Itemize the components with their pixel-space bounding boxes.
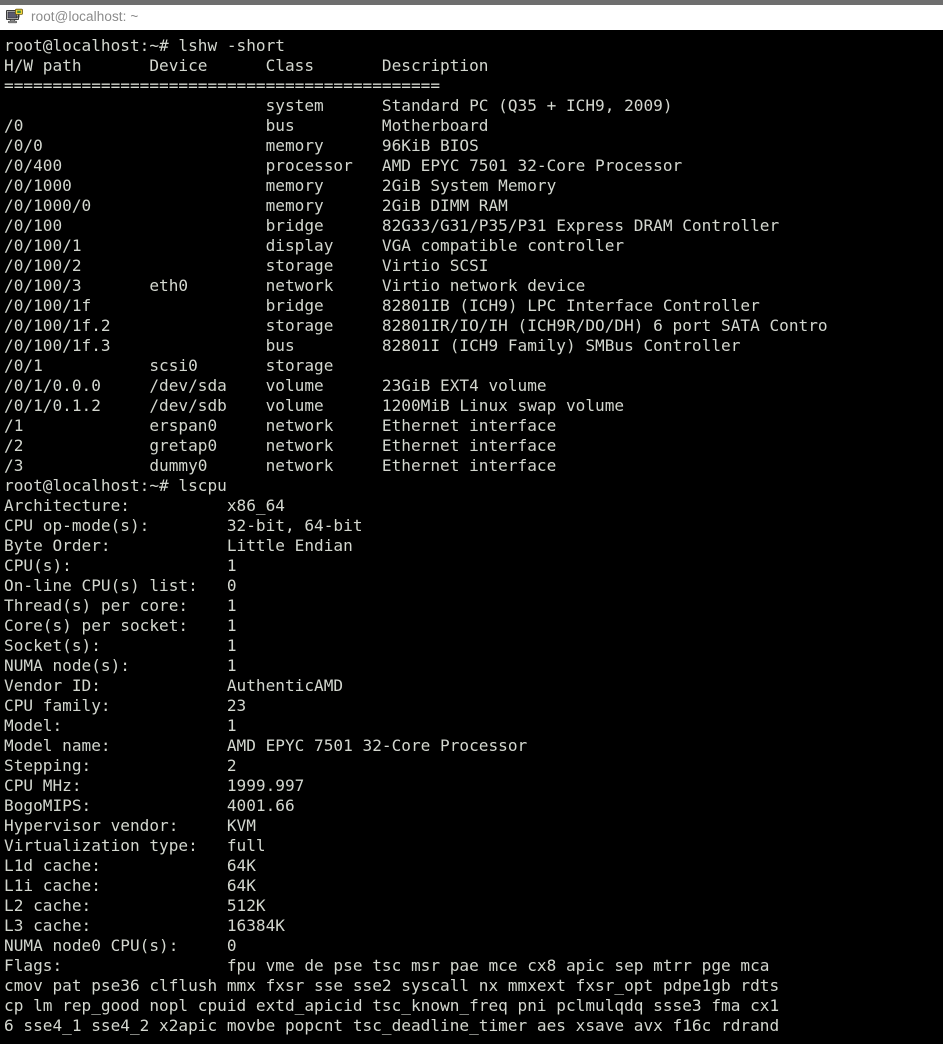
terminal-line: Core(s) per socket: 1: [4, 616, 237, 635]
terminal-line: /0/400 processor AMD EPYC 7501 32-Core P…: [4, 156, 683, 175]
terminal-line: CPU op-mode(s): 32-bit, 64-bit: [4, 516, 363, 535]
terminal-line: cmov pat pse36 clflush mmx fxsr sse sse2…: [4, 976, 780, 995]
terminal-line: /0/1 scsi0 storage: [4, 356, 334, 375]
terminal-line: /0/1/0.1.2 /dev/sdb volume 1200MiB Linux…: [4, 396, 625, 415]
terminal-line: /0/1/0.0.0 /dev/sda volume 23GiB EXT4 vo…: [4, 376, 547, 395]
terminal-line: /3 dummy0 network Ethernet interface: [4, 456, 557, 475]
terminal-line: /0/1000 memory 2GiB System Memory: [4, 176, 557, 195]
terminal-line: Hypervisor vendor: KVM: [4, 816, 256, 835]
terminal-line: /0/100/1f.3 bus 82801I (ICH9 Family) SMB…: [4, 336, 741, 355]
terminal-line: /2 gretap0 network Ethernet interface: [4, 436, 557, 455]
terminal-line: BogoMIPS: 4001.66: [4, 796, 295, 815]
terminal-line: Model name: AMD EPYC 7501 32-Core Proces…: [4, 736, 528, 755]
terminal-line: Thread(s) per core: 1: [4, 596, 237, 615]
terminal-window: root@localhost: ~ root@localhost:~# lshw…: [0, 0, 943, 1044]
terminal-line: Byte Order: Little Endian: [4, 536, 353, 555]
terminal-line: /0/100/1f.2 storage 82801IR/IO/IH (ICH9R…: [4, 316, 828, 335]
terminal-line: CPU MHz: 1999.997: [4, 776, 305, 795]
terminal-line: H/W path Device Class Description: [4, 56, 489, 75]
terminal-line: L2 cache: 512K: [4, 896, 266, 915]
terminal-line: Socket(s): 1: [4, 636, 237, 655]
terminal-line: Model: 1: [4, 716, 237, 735]
terminal-line: L3 cache: 16384K: [4, 916, 285, 935]
terminal-line: root@localhost:~# lshw -short: [4, 36, 285, 55]
terminal-line: NUMA node(s): 1: [4, 656, 237, 675]
terminal-line: CPU family: 23: [4, 696, 247, 715]
terminal-line: Virtualization type: full: [4, 836, 266, 855]
terminal-line: /0/100/1 display VGA compatible controll…: [4, 236, 625, 255]
putty-computer-icon: [6, 8, 24, 26]
terminal-line: /0/100/1f bridge 82801IB (ICH9) LPC Inte…: [4, 296, 760, 315]
terminal-line: /0/100 bridge 82G33/G31/P35/P31 Express …: [4, 216, 780, 235]
terminal-line: ========================================…: [4, 76, 441, 95]
terminal-line: L1i cache: 64K: [4, 876, 256, 895]
terminal-line: CPU(s): 1: [4, 556, 237, 575]
terminal-line: /0/0 memory 96KiB BIOS: [4, 136, 479, 155]
terminal-line: /0/1000/0 memory 2GiB DIMM RAM: [4, 196, 508, 215]
terminal-line: NUMA node0 CPU(s): 0: [4, 936, 237, 955]
terminal-line: Architecture: x86_64: [4, 496, 285, 515]
terminal-line: On-line CPU(s) list: 0: [4, 576, 237, 595]
terminal-line: Stepping: 2: [4, 756, 237, 775]
terminal-line: system Standard PC (Q35 + ICH9, 2009): [4, 96, 673, 115]
terminal-line: /1 erspan0 network Ethernet interface: [4, 416, 557, 435]
terminal-line: root@localhost:~# lscpu: [4, 476, 227, 495]
terminal-screen[interactable]: root@localhost:~# lshw -short H/W path D…: [0, 30, 943, 1044]
window-title: root@localhost: ~: [31, 9, 139, 25]
terminal-line: L1d cache: 64K: [4, 856, 256, 875]
terminal-line: Flags: fpu vme de pse tsc msr pae mce cx…: [4, 956, 770, 975]
window-titlebar[interactable]: root@localhost: ~: [0, 5, 943, 30]
terminal-line: Vendor ID: AuthenticAMD: [4, 676, 344, 695]
terminal-line: /0/100/2 storage Virtio SCSI: [4, 256, 489, 275]
terminal-line: cp lm rep_good nopl cpuid extd_apicid ts…: [4, 996, 780, 1015]
terminal-line: /0 bus Motherboard: [4, 116, 489, 135]
terminal-line: /0/100/3 eth0 network Virtio network dev…: [4, 276, 586, 295]
terminal-line: 6 sse4_1 sse4_2 x2apic movbe popcnt tsc_…: [4, 1016, 780, 1035]
